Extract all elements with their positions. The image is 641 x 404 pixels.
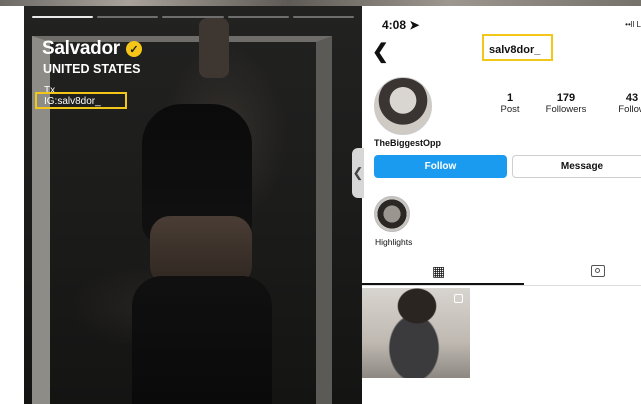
figure-legs bbox=[132, 276, 272, 404]
display-name: TheBiggestOpp bbox=[374, 138, 441, 148]
story-panel: Salvador ✓ UNITED STATES Tx IG:salv8dor_ bbox=[24, 6, 362, 404]
story-progress bbox=[32, 16, 355, 18]
stat-followers[interactable]: 179 Followers bbox=[532, 92, 600, 115]
profile-tab-bar: ▦ bbox=[362, 259, 641, 286]
post-thumbnail[interactable] bbox=[362, 288, 470, 378]
story-name: Salvador ✓ bbox=[42, 38, 142, 60]
highlights-label: Highlights bbox=[375, 237, 413, 247]
location-arrow-icon: ➤ bbox=[409, 18, 420, 32]
story-name-text: Salvador bbox=[42, 38, 120, 59]
story-country: UNITED STATES bbox=[43, 62, 141, 76]
highlight-story-circle[interactable] bbox=[374, 196, 410, 232]
active-tab-indicator bbox=[362, 283, 524, 285]
phone-in-hand bbox=[199, 18, 229, 78]
status-signal: ••ll L bbox=[625, 20, 641, 29]
stat-posts[interactable]: 1 Post bbox=[490, 92, 530, 115]
message-button[interactable]: Message bbox=[512, 155, 641, 178]
highlight-box-username bbox=[482, 34, 553, 61]
profile-panel: 4:08 ➤ ••ll L ❮ salv8dor_ 1 Post 179 Fol… bbox=[362, 6, 641, 404]
multiple-photos-icon bbox=[454, 294, 463, 303]
back-icon[interactable]: ❮ bbox=[372, 39, 389, 64]
avatar[interactable] bbox=[374, 77, 432, 135]
stat-following[interactable]: 43 Follow bbox=[602, 92, 641, 115]
verified-check-icon: ✓ bbox=[125, 41, 142, 57]
highlight-box-ig-handle bbox=[35, 92, 127, 109]
status-time: 4:08 ➤ bbox=[382, 18, 420, 32]
tagged-photos-icon[interactable] bbox=[591, 265, 605, 277]
grid-icon[interactable]: ▦ bbox=[432, 263, 445, 280]
chevron-left-icon[interactable]: ❮ bbox=[352, 148, 364, 198]
follow-button[interactable]: Follow bbox=[374, 155, 507, 178]
